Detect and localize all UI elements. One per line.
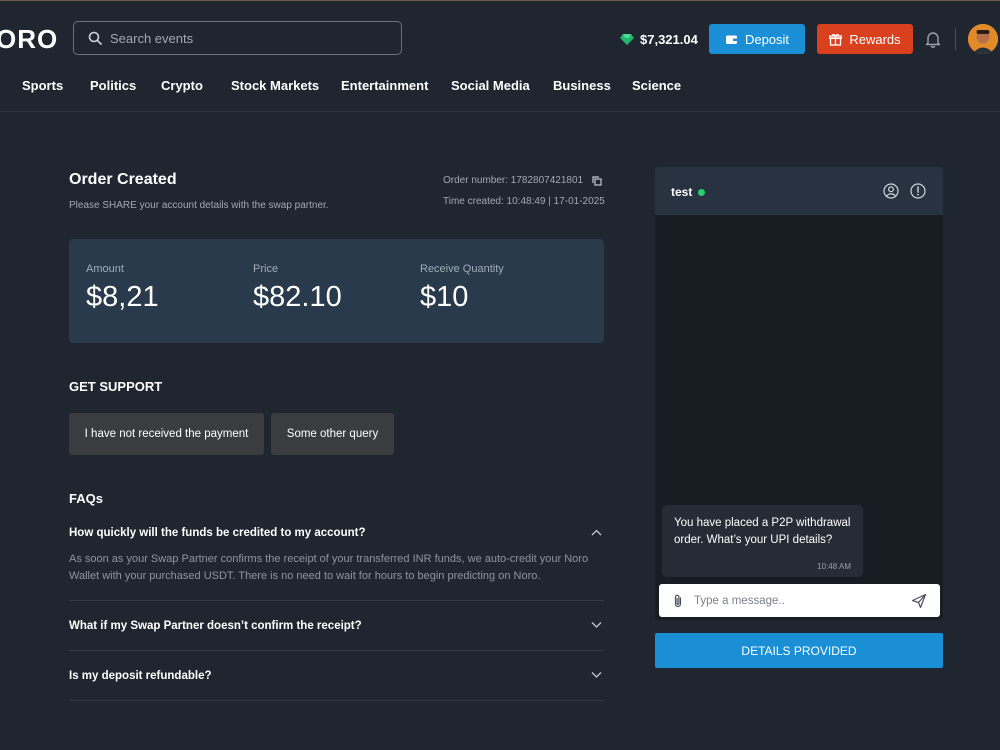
nav-item-crypto[interactable]: Crypto <box>161 78 203 93</box>
nav-item-entertainment[interactable]: Entertainment <box>341 78 428 93</box>
top-bar: ORO $7,321.04 Deposit Rewards <box>0 0 1000 112</box>
avatar[interactable] <box>968 24 998 54</box>
message-input[interactable] <box>694 584 894 617</box>
details-provided-button[interactable]: DETAILS PROVIDED <box>655 633 943 668</box>
faq-question[interactable]: What if my Swap Partner doesn’t confirm … <box>69 620 362 632</box>
stat-receive-quantity: Receive Quantity $10 <box>420 263 504 314</box>
gem-icon <box>620 34 634 45</box>
payment-not-received-button[interactable]: I have not received the payment <box>69 413 264 455</box>
faq-answer: As soon as your Swap Partner confirms th… <box>69 553 589 582</box>
chevron-down-icon[interactable] <box>591 619 602 630</box>
chat-message-text: You have placed a P2P withdrawal order. … <box>674 517 851 546</box>
rewards-label: Rewards <box>849 31 901 47</box>
order-stats-panel: Amount $8,21 Price $82.10 Receive Quanti… <box>69 239 604 343</box>
balance-amount: $7,321.04 <box>640 31 698 47</box>
nav-item-social-media[interactable]: Social Media <box>451 78 530 93</box>
nav-item-stock-markets[interactable]: Stock Markets <box>231 78 319 93</box>
deposit-label: Deposit <box>744 31 790 47</box>
deposit-button[interactable]: Deposit <box>709 24 805 54</box>
faq-question[interactable]: Is my deposit refundable? <box>69 670 212 682</box>
page-subtitle: Please SHARE your account details with t… <box>69 200 329 211</box>
header-divider <box>955 28 956 50</box>
faq-divider <box>69 600 604 601</box>
faq-heading: FAQs <box>69 491 103 506</box>
search-box[interactable] <box>73 21 402 55</box>
chat-message: You have placed a P2P withdrawal order. … <box>662 505 863 577</box>
support-heading: GET SUPPORT <box>69 379 163 394</box>
stat-amount: Amount $8,21 <box>86 263 159 314</box>
nav-item-business[interactable]: Business <box>553 78 611 93</box>
copy-icon[interactable] <box>592 175 602 186</box>
faq-divider <box>69 650 604 651</box>
order-number-text: Order number: 1782807421801 <box>443 175 584 186</box>
chat-contact-name: test <box>671 185 693 199</box>
send-icon[interactable] <box>911 593 927 609</box>
stat-value: $82.10 <box>253 281 342 313</box>
search-input[interactable] <box>110 22 390 54</box>
faq-divider <box>69 700 604 701</box>
gift-icon <box>829 33 843 46</box>
stat-label: Amount <box>86 263 124 275</box>
online-status-dot <box>698 188 706 196</box>
chat-header: test <box>655 167 943 215</box>
stat-label: Price <box>253 263 279 275</box>
wallet-balance[interactable]: $7,321.04 <box>620 31 698 47</box>
top-border <box>0 0 1000 1</box>
nav-item-politics[interactable]: Politics <box>90 78 136 93</box>
logo[interactable]: ORO <box>0 24 58 55</box>
stat-value: $8,21 <box>86 281 159 313</box>
nav-item-science[interactable]: Science <box>632 78 681 93</box>
other-query-button[interactable]: Some other query <box>271 413 394 455</box>
chevron-up-icon[interactable] <box>591 527 602 538</box>
avatar-image <box>968 24 998 54</box>
chat-message-time: 10:48 AM <box>817 562 851 571</box>
chat-panel: test You have placed a P2P withdrawal or… <box>655 167 943 620</box>
user-profile-icon[interactable] <box>883 183 899 199</box>
alert-info-icon[interactable] <box>910 183 926 199</box>
nav-item-sports[interactable]: Sports <box>22 78 63 93</box>
paperclip-icon[interactable] <box>672 594 684 608</box>
rewards-button[interactable]: Rewards <box>817 24 913 54</box>
order-time: Time created: 10:48:49 | 17-01-2025 <box>443 196 605 207</box>
faq-question[interactable]: How quickly will the funds be credited t… <box>69 527 365 539</box>
stat-price: Price $82.10 <box>253 263 342 314</box>
search-icon <box>88 31 102 45</box>
wallet-icon <box>725 35 737 44</box>
message-composer <box>659 584 940 617</box>
chevron-down-icon[interactable] <box>591 669 602 680</box>
chat-contact: test <box>671 185 706 199</box>
stat-label: Receive Quantity <box>420 263 504 275</box>
stat-value: $10 <box>420 281 469 313</box>
order-number: Order number: 1782807421801 <box>443 175 602 186</box>
page-title: Order Created <box>69 171 177 188</box>
bell-icon[interactable] <box>924 30 942 48</box>
